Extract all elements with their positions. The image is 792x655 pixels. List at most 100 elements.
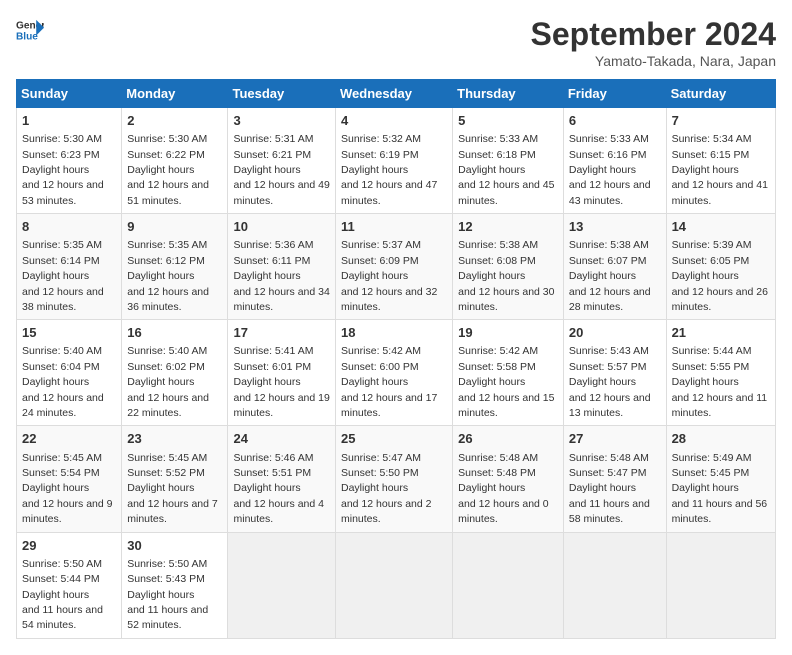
logo: General Blue [16, 16, 44, 44]
day-number: 14 [672, 218, 770, 236]
day-info: Sunrise: 5:47 AMSunset: 5:50 PMDaylight … [341, 452, 432, 526]
day-number: 27 [569, 430, 661, 448]
day-info: Sunrise: 5:40 AMSunset: 6:04 PMDaylight … [22, 345, 104, 419]
calendar-body: 1Sunrise: 5:30 AMSunset: 6:23 PMDaylight… [17, 108, 776, 639]
day-info: Sunrise: 5:38 AMSunset: 6:07 PMDaylight … [569, 239, 651, 313]
day-info: Sunrise: 5:43 AMSunset: 5:57 PMDaylight … [569, 345, 651, 419]
month-title: September 2024 [531, 16, 776, 53]
calendar-cell [336, 532, 453, 638]
day-info: Sunrise: 5:34 AMSunset: 6:15 PMDaylight … [672, 133, 768, 207]
day-number: 28 [672, 430, 770, 448]
day-number: 11 [341, 218, 447, 236]
day-number: 15 [22, 324, 116, 342]
calendar-cell [666, 532, 775, 638]
day-info: Sunrise: 5:36 AMSunset: 6:11 PMDaylight … [233, 239, 329, 313]
calendar-cell: 6Sunrise: 5:33 AMSunset: 6:16 PMDaylight… [563, 108, 666, 214]
day-info: Sunrise: 5:31 AMSunset: 6:21 PMDaylight … [233, 133, 329, 207]
day-number: 2 [127, 112, 222, 130]
calendar-cell: 1Sunrise: 5:30 AMSunset: 6:23 PMDaylight… [17, 108, 122, 214]
header-row: Sunday Monday Tuesday Wednesday Thursday… [17, 80, 776, 108]
calendar-cell: 25 Sunrise: 5:47 AMSunset: 5:50 PMDayligh… [336, 426, 453, 532]
day-info: Sunrise: 5:44 AMSunset: 5:55 PMDaylight … [672, 345, 768, 419]
calendar-cell: 13 Sunrise: 5:38 AMSunset: 6:07 PMDayligh… [563, 214, 666, 320]
day-number: 16 [127, 324, 222, 342]
calendar-cell: 26 Sunrise: 5:48 AMSunset: 5:48 PMDayligh… [453, 426, 564, 532]
calendar-cell: 10 Sunrise: 5:36 AMSunset: 6:11 PMDayligh… [228, 214, 336, 320]
calendar-cell: 24 Sunrise: 5:46 AMSunset: 5:51 PMDayligh… [228, 426, 336, 532]
day-number: 17 [233, 324, 330, 342]
calendar-cell: 23Sunrise: 5:45 AMSunset: 5:52 PMDayligh… [122, 426, 228, 532]
calendar-cell: 7 Sunrise: 5:34 AMSunset: 6:15 PMDaylight… [666, 108, 775, 214]
calendar-cell [228, 532, 336, 638]
calendar-cell: 4 Sunrise: 5:32 AMSunset: 6:19 PMDaylight… [336, 108, 453, 214]
day-info: Sunrise: 5:45 AMSunset: 5:54 PMDaylight … [22, 452, 113, 526]
col-wednesday: Wednesday [336, 80, 453, 108]
day-number: 6 [569, 112, 661, 130]
calendar-row: 1Sunrise: 5:30 AMSunset: 6:23 PMDaylight… [17, 108, 776, 214]
day-info: Sunrise: 5:41 AMSunset: 6:01 PMDaylight … [233, 345, 329, 419]
day-info: Sunrise: 5:48 AMSunset: 5:48 PMDaylight … [458, 452, 549, 526]
calendar-cell: 2 Sunrise: 5:30 AMSunset: 6:22 PMDaylight… [122, 108, 228, 214]
logo-icon: General Blue [16, 16, 44, 44]
day-info: Sunrise: 5:33 AMSunset: 6:18 PMDaylight … [458, 133, 554, 207]
page-header: General Blue September 2024 Yamato-Takad… [16, 16, 776, 69]
day-number: 25 [341, 430, 447, 448]
calendar-cell: 12 Sunrise: 5:38 AMSunset: 6:08 PMDayligh… [453, 214, 564, 320]
day-number: 4 [341, 112, 447, 130]
calendar-cell: 9 Sunrise: 5:35 AMSunset: 6:12 PMDaylight… [122, 214, 228, 320]
day-number: 19 [458, 324, 558, 342]
day-info: Sunrise: 5:32 AMSunset: 6:19 PMDaylight … [341, 133, 437, 207]
day-info: Sunrise: 5:39 AMSunset: 6:05 PMDaylight … [672, 239, 768, 313]
day-info: Sunrise: 5:37 AMSunset: 6:09 PMDaylight … [341, 239, 437, 313]
day-number: 1 [22, 112, 116, 130]
calendar-cell: 29Sunrise: 5:50 AMSunset: 5:44 PMDayligh… [17, 532, 122, 638]
svg-text:Blue: Blue [16, 31, 38, 42]
calendar-cell: 8Sunrise: 5:35 AMSunset: 6:14 PMDaylight… [17, 214, 122, 320]
calendar-cell: 11 Sunrise: 5:37 AMSunset: 6:09 PMDayligh… [336, 214, 453, 320]
calendar-cell: 18 Sunrise: 5:42 AMSunset: 6:00 PMDayligh… [336, 320, 453, 426]
day-number: 30 [127, 537, 222, 555]
day-info: Sunrise: 5:40 AMSunset: 6:02 PMDaylight … [127, 345, 209, 419]
calendar-cell: 30Sunrise: 5:50 AMSunset: 5:43 PMDayligh… [122, 532, 228, 638]
day-number: 7 [672, 112, 770, 130]
day-info: Sunrise: 5:38 AMSunset: 6:08 PMDaylight … [458, 239, 554, 313]
day-number: 8 [22, 218, 116, 236]
calendar-cell: 14 Sunrise: 5:39 AMSunset: 6:05 PMDayligh… [666, 214, 775, 320]
day-number: 10 [233, 218, 330, 236]
day-info: Sunrise: 5:49 AMSunset: 5:45 PMDaylight … [672, 452, 768, 526]
calendar-cell: 28 Sunrise: 5:49 AMSunset: 5:45 PMDayligh… [666, 426, 775, 532]
calendar-cell: 20 Sunrise: 5:43 AMSunset: 5:57 PMDayligh… [563, 320, 666, 426]
title-block: September 2024 Yamato-Takada, Nara, Japa… [531, 16, 776, 69]
col-sunday: Sunday [17, 80, 122, 108]
calendar-table: Sunday Monday Tuesday Wednesday Thursday… [16, 79, 776, 639]
calendar-cell: 27 Sunrise: 5:48 AMSunset: 5:47 PMDayligh… [563, 426, 666, 532]
day-number: 24 [233, 430, 330, 448]
day-number: 3 [233, 112, 330, 130]
day-info: Sunrise: 5:50 AMSunset: 5:44 PMDaylight … [22, 558, 103, 632]
location: Yamato-Takada, Nara, Japan [531, 53, 776, 69]
day-number: 9 [127, 218, 222, 236]
day-info: Sunrise: 5:35 AMSunset: 6:12 PMDaylight … [127, 239, 209, 313]
col-monday: Monday [122, 80, 228, 108]
day-number: 12 [458, 218, 558, 236]
calendar-row: 29Sunrise: 5:50 AMSunset: 5:44 PMDayligh… [17, 532, 776, 638]
calendar-cell [563, 532, 666, 638]
calendar-row: 8Sunrise: 5:35 AMSunset: 6:14 PMDaylight… [17, 214, 776, 320]
calendar-cell: 21Sunrise: 5:44 AMSunset: 5:55 PMDayligh… [666, 320, 775, 426]
day-info: Sunrise: 5:46 AMSunset: 5:51 PMDaylight … [233, 452, 324, 526]
calendar-row: 15 Sunrise: 5:40 AMSunset: 6:04 PMDayligh… [17, 320, 776, 426]
day-info: Sunrise: 5:48 AMSunset: 5:47 PMDaylight … [569, 452, 650, 526]
day-info: Sunrise: 5:42 AMSunset: 6:00 PMDaylight … [341, 345, 437, 419]
day-info: Sunrise: 5:45 AMSunset: 5:52 PMDaylight … [127, 452, 218, 526]
day-number: 26 [458, 430, 558, 448]
day-number: 20 [569, 324, 661, 342]
day-number: 18 [341, 324, 447, 342]
calendar-cell: 5 Sunrise: 5:33 AMSunset: 6:18 PMDaylight… [453, 108, 564, 214]
day-number: 13 [569, 218, 661, 236]
calendar-row: 22 Sunrise: 5:45 AMSunset: 5:54 PMDayligh… [17, 426, 776, 532]
calendar-cell: 16 Sunrise: 5:40 AMSunset: 6:02 PMDayligh… [122, 320, 228, 426]
calendar-cell: 19Sunrise: 5:42 AMSunset: 5:58 PMDayligh… [453, 320, 564, 426]
day-info: Sunrise: 5:30 AMSunset: 6:22 PMDaylight … [127, 133, 209, 207]
day-number: 22 [22, 430, 116, 448]
day-number: 5 [458, 112, 558, 130]
